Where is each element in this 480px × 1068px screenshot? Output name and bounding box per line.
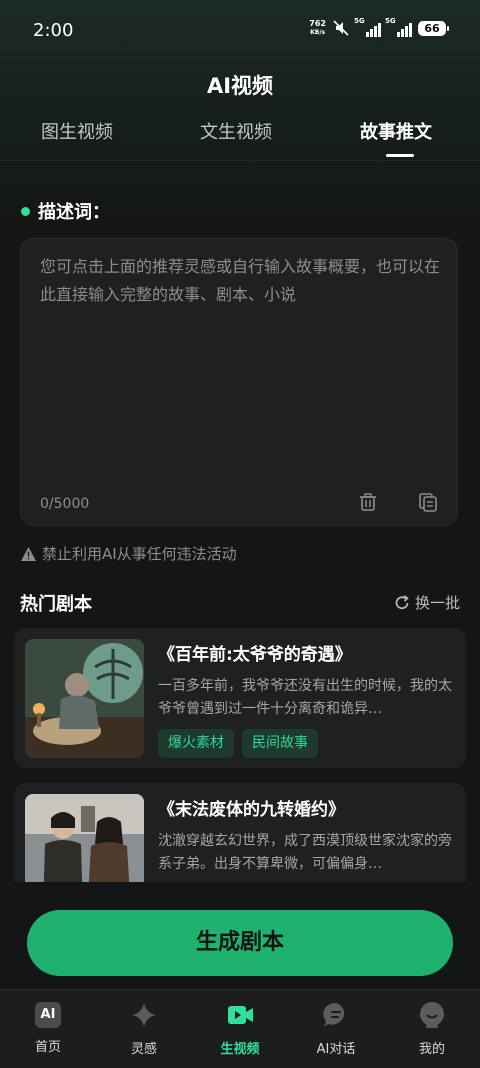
- signal-1-icon: 5G: [354, 17, 381, 37]
- script-title: 《百年前:太爷爷的奇遇》: [158, 645, 352, 665]
- script-thumbnail: [25, 639, 144, 758]
- generate-script-button[interactable]: 生成剧本: [27, 910, 453, 976]
- chat-bubble-icon: [323, 1002, 345, 1027]
- tag-badge[interactable]: 民间故事: [242, 729, 318, 758]
- signal-2-icon: 5G: [385, 17, 412, 37]
- script-description: 沈澈穿越玄幻世界，成了西漠顶级世家沈家的旁系子弟。出身不算卑微，可偏偏身…: [158, 833, 452, 872]
- mute-icon: [333, 20, 349, 36]
- status-time: 2:00: [33, 20, 74, 41]
- script-tags: 爆火素材 民间故事: [158, 729, 318, 758]
- bottom-nav: AI 首页 灵感 生视频 AI对话 我的: [0, 989, 480, 1068]
- tab-text-to-video[interactable]: 文生视频: [200, 118, 272, 144]
- profile-icon: [420, 1002, 444, 1028]
- hot-scripts-title: 热门剧本: [20, 594, 92, 615]
- sparkle-icon: [132, 1003, 156, 1027]
- description-input[interactable]: 您可点击上面的推荐灵感或自行输入故事概要，也可以在此直接输入完整的故事、剧本、小…: [20, 238, 458, 526]
- tabs-divider: [0, 160, 480, 161]
- mode-tabs: 图生视频 文生视频 故事推文: [0, 118, 480, 162]
- status-icons: 762 KB/s 5G 5G 66: [309, 17, 449, 37]
- tab-story-post[interactable]: 故事推文: [360, 118, 432, 144]
- script-card[interactable]: 《百年前:太爷爷的奇遇》 一百多年前，我爷爷还没有出生的时候，我的太爷爷曾遇到过…: [14, 628, 466, 768]
- nav-profile[interactable]: 我的: [392, 1000, 472, 1057]
- ai-home-icon: AI: [33, 1002, 63, 1032]
- legal-warning: 禁止利用AI从事任何违法活动: [20, 543, 237, 564]
- script-description: 一百多年前，我爷爷还没有出生的时候，我的太爷爷曾遇到过一件十分离奇和诡异…: [158, 678, 452, 717]
- refresh-button[interactable]: 换一批: [393, 592, 460, 613]
- label-dot-icon: [21, 206, 30, 216]
- video-camera-icon: [228, 1006, 253, 1024]
- nav-home[interactable]: AI 首页: [8, 1000, 88, 1055]
- description-placeholder: 您可点击上面的推荐灵感或自行输入故事概要，也可以在此直接输入完整的故事、剧本、小…: [40, 257, 441, 304]
- active-tab-indicator: [386, 154, 414, 157]
- nav-generate-video[interactable]: 生视频: [200, 1000, 280, 1057]
- refresh-icon: [395, 594, 409, 609]
- nav-inspiration[interactable]: 灵感: [104, 1000, 184, 1057]
- tab-image-to-video[interactable]: 图生视频: [41, 118, 113, 144]
- status-bar: 2:00 762 KB/s 5G 5G 66: [0, 0, 480, 62]
- script-title: 《末法废体的九转婚约》: [158, 800, 345, 820]
- trash-icon[interactable]: [357, 491, 379, 513]
- page-title: AI视频: [206, 74, 274, 98]
- nav-ai-chat[interactable]: AI对话: [296, 1000, 376, 1057]
- description-label: 描述词：: [21, 198, 110, 224]
- network-speed: 762 KB/s: [309, 19, 326, 36]
- tag-badge[interactable]: 爆火素材: [158, 729, 234, 758]
- battery-icon: 66: [418, 20, 449, 36]
- copy-icon[interactable]: [417, 491, 439, 513]
- warning-icon: [21, 546, 36, 561]
- character-counter: 0/5000: [40, 496, 90, 512]
